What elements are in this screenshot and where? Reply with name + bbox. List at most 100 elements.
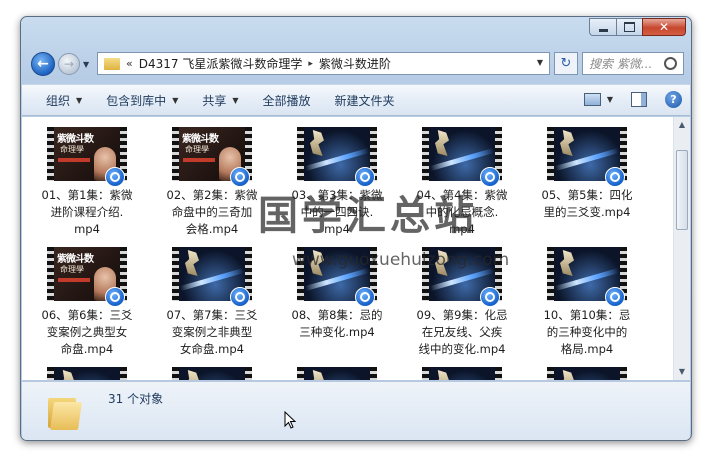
breadcrumb-parent[interactable]: D4317 飞星派紫微斗数命理学 [139, 55, 303, 72]
close-button[interactable]: ✕ [642, 18, 686, 36]
minimize-button[interactable] [589, 18, 616, 36]
refresh-button[interactable]: ↻ [554, 52, 578, 75]
file-item[interactable] [32, 367, 142, 380]
minimize-icon [598, 28, 608, 32]
media-player-icon [230, 287, 250, 307]
include-in-library-label: 包含到库中 [106, 93, 167, 108]
folder-icon [48, 394, 82, 430]
file-item[interactable]: 紫微斗数 命理學 06、第6集：三爻 变案例之典型女 命盘.mp4 [32, 247, 142, 363]
breadcrumb-overflow[interactable]: « [126, 57, 133, 70]
poster-title: 紫微斗数 [182, 134, 219, 145]
file-name-line: mp4 [74, 222, 100, 236]
new-folder-button[interactable]: 新建文件夹 [335, 92, 395, 109]
search-icon [664, 57, 677, 70]
address-bar[interactable]: « D4317 飞星派紫微斗数命理学 ▸ 紫微斗数进阶 ▼ [97, 52, 550, 75]
play-all-label: 全部播放 [262, 93, 311, 108]
include-in-library-menu[interactable]: 包含到库中 ▼ [106, 92, 178, 109]
file-name-line: 女命盘.mp4 [180, 342, 244, 356]
maximize-icon [624, 22, 635, 32]
file-name: 08、第8集：忌的 三种变化.mp4 [282, 307, 392, 341]
file-name-line: 08、第8集：忌的 [291, 308, 383, 322]
back-arrow-icon: ← [37, 56, 49, 72]
address-dropdown-icon[interactable]: ▼ [537, 58, 543, 67]
file-item[interactable] [532, 367, 642, 380]
back-button[interactable]: ← [31, 52, 55, 76]
forward-button[interactable]: → [58, 53, 80, 75]
file-item[interactable]: 紫微斗数 命理學 01、第1集：紫微 进阶课程介绍. mp4 [32, 127, 142, 243]
share-label: 共享 [202, 93, 227, 108]
organize-menu[interactable]: 组织 ▼ [46, 92, 82, 109]
video-thumbnail [422, 367, 502, 380]
help-icon[interactable]: ? [665, 91, 682, 108]
file-name-line: 在兄友线、父疾 [421, 325, 503, 339]
media-player-icon [605, 167, 625, 187]
file-name-line: 02、第2集：紫微 [166, 188, 258, 202]
preview-pane-icon[interactable] [631, 92, 647, 107]
media-player-icon [480, 167, 500, 187]
recent-pages-dropdown[interactable]: ▼ [83, 60, 89, 69]
chevron-down-icon: ▼ [232, 95, 239, 105]
file-name-line: 07、第7集：三爻 [166, 308, 258, 322]
breadcrumb-separator-icon[interactable]: ▸ [308, 59, 313, 69]
refresh-icon: ↻ [560, 56, 572, 71]
file-name-line: 进阶课程介绍. [50, 205, 124, 219]
watermark-url: www.guoxuehuizong.com [292, 250, 510, 270]
file-name-line: 格局.mp4 [560, 342, 614, 356]
file-name: 10、第10集：忌 的三种变化中的 格局.mp4 [532, 307, 642, 358]
file-name-line: 线中的变化.mp4 [418, 342, 506, 356]
file-name-line: 01、第1集：紫微 [41, 188, 133, 202]
scroll-down-icon[interactable]: ▼ [676, 366, 688, 378]
file-name-line: 命盘中的三奇加 [171, 205, 253, 219]
media-player-icon [105, 167, 125, 187]
video-thumbnail [47, 367, 127, 380]
share-menu[interactable]: 共享 ▼ [202, 92, 238, 109]
file-list: 紫微斗数 命理學 01、第1集：紫微 进阶课程介绍. mp4 紫微斗数 命理學 02、第2集：… [22, 117, 690, 380]
scroll-thumb[interactable] [676, 150, 688, 230]
file-name: 05、第5集：四化 里的三爻变.mp4 [532, 187, 642, 221]
maximize-button[interactable] [616, 18, 642, 36]
file-name-line: 的三种变化中的 [546, 325, 628, 339]
media-player-icon [480, 287, 500, 307]
media-player-icon [605, 287, 625, 307]
video-thumbnail [547, 367, 627, 380]
file-name-line: 06、第6集：三爻 [41, 308, 133, 322]
poster-subtitle: 命理學 [60, 265, 84, 274]
file-name: 07、第7集：三爻 变案例之非典型 女命盘.mp4 [157, 307, 267, 358]
vertical-scrollbar[interactable]: ▲ ▼ [673, 117, 690, 380]
toolbar-right-group: ▼ ? [583, 91, 682, 108]
watermark-text: 国学汇总站 [258, 193, 478, 239]
chevron-down-icon: ▼ [76, 95, 83, 105]
poster-subtitle: 命理學 [185, 145, 209, 154]
video-thumbnail [297, 367, 377, 380]
file-item[interactable] [282, 367, 392, 380]
file-item[interactable]: 07、第7集：三爻 变案例之非典型 女命盘.mp4 [157, 247, 267, 363]
file-item[interactable]: 紫微斗数 命理學 02、第2集：紫微 命盘中的三奇加 会格.mp4 [157, 127, 267, 243]
play-all-button[interactable]: 全部播放 [263, 92, 311, 109]
scroll-up-icon[interactable]: ▲ [676, 119, 688, 131]
change-view-icon[interactable] [583, 93, 601, 106]
mouse-cursor-icon [284, 411, 296, 429]
file-name: 09、第9集：化忌 在兄友线、父疾 线中的变化.mp4 [407, 307, 517, 358]
view-dropdown-icon[interactable]: ▼ [607, 95, 613, 104]
file-item[interactable]: 10、第10集：忌 的三种变化中的 格局.mp4 [532, 247, 642, 363]
file-name-line: 05、第5集：四化 [541, 188, 633, 202]
caption-buttons: ✕ [589, 18, 686, 38]
file-name-line: 10、第10集：忌 [543, 308, 631, 322]
new-folder-label: 新建文件夹 [334, 93, 395, 108]
organize-label: 组织 [46, 93, 71, 108]
file-item[interactable] [407, 367, 517, 380]
file-name-line: 三种变化.mp4 [299, 325, 375, 339]
search-box[interactable]: 搜索 紫微... [582, 52, 684, 75]
details-pane: 31 个对象 [22, 381, 690, 440]
file-name-line: 变案例之非典型 [171, 325, 253, 339]
file-item[interactable] [157, 367, 267, 380]
file-name-line: 命盘.mp4 [60, 342, 114, 356]
file-item[interactable]: 05、第5集：四化 里的三爻变.mp4 [532, 127, 642, 243]
navigation-bar: ← → ▼ « D4317 飞星派紫微斗数命理学 ▸ 紫微斗数进阶 ▼ ↻ 搜索… [21, 47, 691, 77]
breadcrumb-current[interactable]: 紫微斗数进阶 [319, 55, 391, 72]
search-placeholder: 搜索 紫微... [589, 57, 653, 71]
file-name-line: 变案例之典型女 [46, 325, 128, 339]
video-thumbnail [172, 367, 252, 380]
close-icon: ✕ [658, 20, 670, 34]
folder-icon [104, 57, 120, 70]
